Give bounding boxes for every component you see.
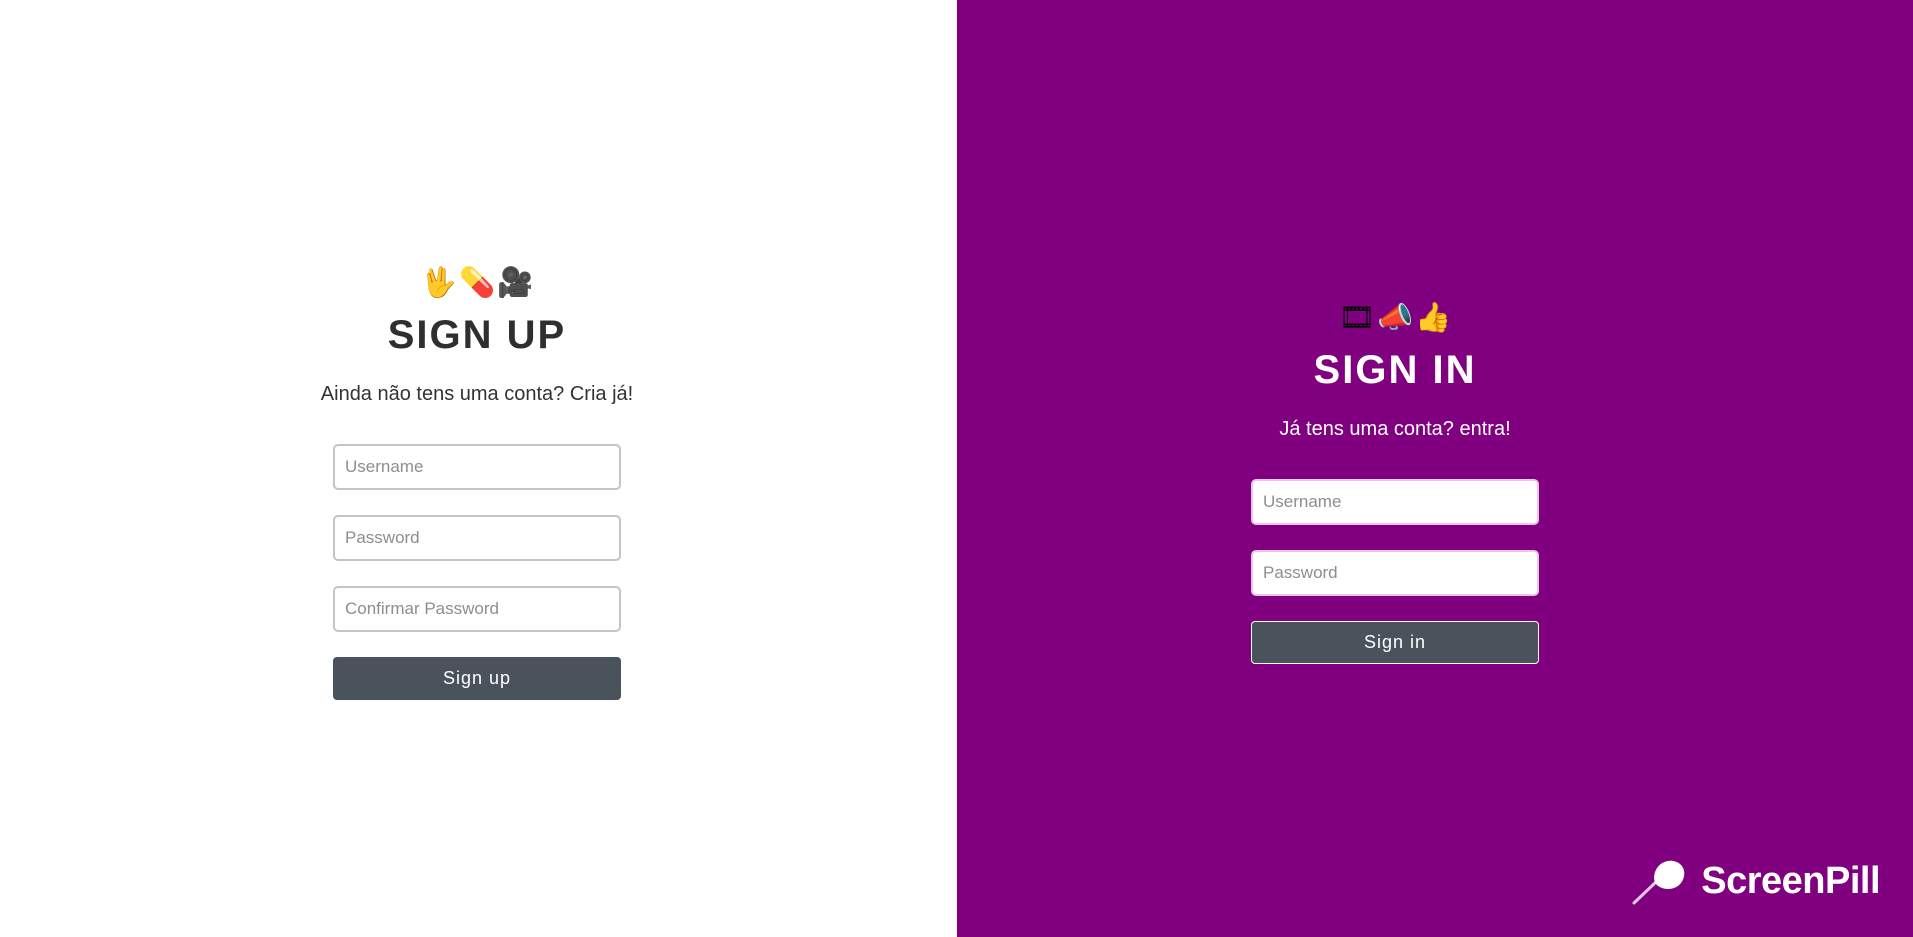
logo-text: ScreenPill	[1701, 859, 1880, 902]
signup-button[interactable]: Sign up	[333, 657, 621, 700]
screenpill-logo: ScreenPill	[1631, 857, 1880, 905]
megaphone-icon: 📣	[1377, 300, 1414, 334]
signup-fields	[333, 444, 621, 632]
signin-panel: 🎞 📣 👍 SIGN IN Já tens uma conta? entra! …	[957, 0, 1913, 937]
signup-form: 🖖 💊 🎥 SIGN UP Ainda não tens uma conta? …	[297, 262, 657, 700]
signin-title: SIGN IN	[1313, 348, 1477, 392]
signup-title: SIGN UP	[387, 313, 567, 357]
auth-page: 🖖 💊 🎥 SIGN UP Ainda não tens uma conta? …	[0, 0, 1913, 937]
signin-username-input[interactable]	[1251, 479, 1539, 525]
signin-subtitle: Já tens uma conta? entra!	[1279, 418, 1511, 440]
pill-icon: 💊	[458, 265, 496, 299]
pill-pin-icon	[1632, 860, 1685, 905]
film-frames-icon: 🎞	[1338, 300, 1376, 334]
signin-emoji-row: 🎞 📣 👍	[1338, 297, 1451, 337]
signup-confirm-password-input[interactable]	[333, 586, 621, 632]
signup-password-input[interactable]	[333, 515, 621, 561]
signup-subtitle: Ainda não tens uma conta? Cria já!	[320, 383, 634, 405]
signin-fields	[1251, 479, 1539, 596]
signin-button[interactable]: Sign in	[1251, 621, 1539, 664]
vulcan-salute-icon: 🖖	[420, 265, 457, 299]
signup-emoji-row: 🖖 💊 🎥	[421, 262, 533, 302]
thumbs-up-icon: 👍	[1415, 300, 1452, 334]
signin-form: 🎞 📣 👍 SIGN IN Já tens uma conta? entra! …	[1215, 297, 1575, 664]
movie-camera-icon: 🎥	[497, 265, 534, 299]
signup-username-input[interactable]	[333, 444, 621, 490]
signup-panel: 🖖 💊 🎥 SIGN UP Ainda não tens uma conta? …	[0, 0, 957, 937]
signin-password-input[interactable]	[1251, 550, 1539, 596]
